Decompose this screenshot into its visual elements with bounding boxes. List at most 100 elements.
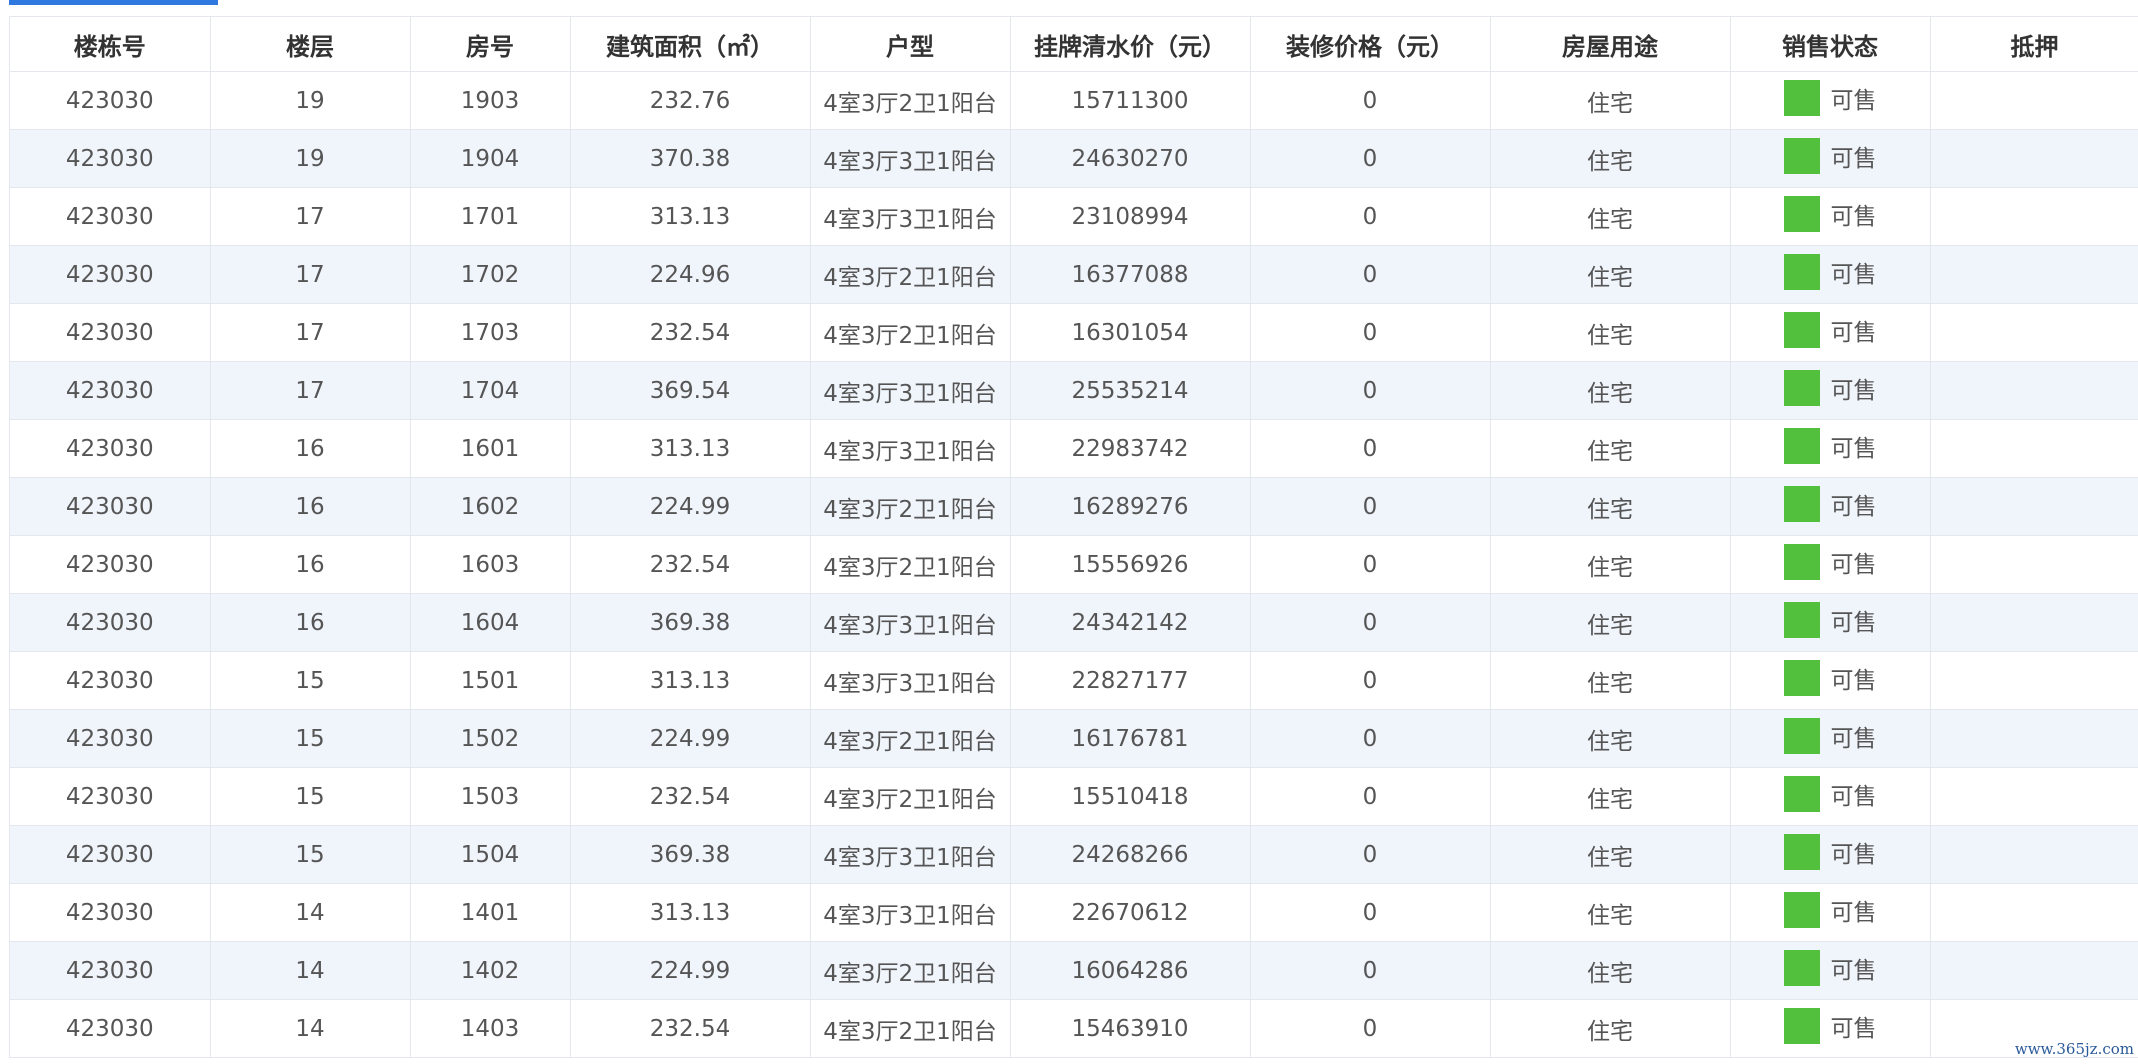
cell-sale-status: 可售 xyxy=(1730,593,1931,652)
status-color-square xyxy=(1783,543,1820,580)
cell-layout: 4室3厅3卫1阳台 xyxy=(810,419,1011,478)
cell-room-no: 1904 xyxy=(410,129,571,188)
cell-floor-area: 224.99 xyxy=(570,709,811,768)
table-header-row: 楼栋号 楼层 房号 建筑面积（㎡） 户型 挂牌清水价（元） 装修价格（元） 房屋用途 销售状态抵… xyxy=(10,17,2138,72)
sale-status-indicator: 可售 xyxy=(1783,659,1877,696)
cell-layout: 4室3厅2卫1阳台 xyxy=(810,477,1011,536)
sale-status-indicator: 可售 xyxy=(1783,485,1877,522)
cell-building-no: 423030 xyxy=(10,651,211,710)
cell-usage: 住宅 xyxy=(1490,593,1731,652)
cell-room-no: 1402 xyxy=(410,941,571,1000)
cell-list-price: 15711300 xyxy=(1010,71,1251,130)
cell-decoration-price: 0 xyxy=(1250,825,1491,884)
cell-usage: 住宅 xyxy=(1490,187,1731,246)
sale-status-indicator: 可售 xyxy=(1783,137,1877,174)
status-color-square xyxy=(1783,195,1820,232)
cell-mortgage xyxy=(1930,477,2138,536)
cell-layout: 4室3厅3卫1阳台 xyxy=(810,129,1011,188)
cell-floor: 14 xyxy=(210,941,411,1000)
cell-layout: 4室3厅2卫1阳台 xyxy=(810,535,1011,594)
sale-status-indicator: 可售 xyxy=(1783,1007,1877,1044)
cell-building-no: 423030 xyxy=(10,361,211,420)
status-color-square xyxy=(1783,717,1820,754)
cell-decoration-price: 0 xyxy=(1250,303,1491,362)
cell-mortgage xyxy=(1930,419,2138,478)
sale-status-indicator: 可售 xyxy=(1783,543,1877,580)
cell-layout: 4室3厅2卫1阳台 xyxy=(810,71,1011,130)
cell-room-no: 1501 xyxy=(410,651,571,710)
cell-usage: 住宅 xyxy=(1490,419,1731,478)
column-header-layout: 户型 xyxy=(810,17,1011,72)
cell-room-no: 1701 xyxy=(410,187,571,246)
cell-floor-area: 313.13 xyxy=(570,651,811,710)
cell-floor-area: 232.54 xyxy=(570,767,811,826)
cell-decoration-price: 0 xyxy=(1250,361,1491,420)
sale-status-label: 可售 xyxy=(1830,435,1877,462)
table-row: 423030 17 1701 313.13 4室3厅3卫1阳台 23108994 0 住宅 可售 xyxy=(10,187,2138,246)
cell-mortgage xyxy=(1930,129,2138,188)
status-color-square xyxy=(1783,1007,1820,1044)
cell-decoration-price: 0 xyxy=(1250,767,1491,826)
cell-usage: 住宅 xyxy=(1490,535,1731,594)
table-row: 423030 15 1504 369.38 4室3厅3卫1阳台 24268266 0 住宅 可售 xyxy=(10,825,2138,884)
status-color-square xyxy=(1783,601,1820,638)
cell-floor-area: 232.54 xyxy=(570,303,811,362)
status-color-square xyxy=(1783,949,1820,986)
table-row: 423030 19 1903 232.76 4室3厅2卫1阳台 15711300 0 住宅 可售 xyxy=(10,71,2138,130)
column-header-list-price: 挂牌清水价（元） xyxy=(1010,17,1251,72)
cell-decoration-price: 0 xyxy=(1250,651,1491,710)
watermark: www.365jz.com xyxy=(2014,1040,2134,1058)
status-color-square xyxy=(1783,485,1820,522)
cell-list-price: 23108994 xyxy=(1010,187,1251,246)
cell-room-no: 1401 xyxy=(410,883,571,942)
cell-usage: 住宅 xyxy=(1490,825,1731,884)
sale-status-indicator: 可售 xyxy=(1783,311,1877,348)
cell-building-no: 423030 xyxy=(10,187,211,246)
cell-usage: 住宅 xyxy=(1490,477,1731,536)
cell-room-no: 1503 xyxy=(410,767,571,826)
cell-room-no: 1702 xyxy=(410,245,571,304)
cell-building-no: 423030 xyxy=(10,71,211,130)
cell-floor-area: 313.13 xyxy=(570,187,811,246)
sale-status-indicator: 可售 xyxy=(1783,891,1877,928)
cell-decoration-price: 0 xyxy=(1250,245,1491,304)
sale-status-label: 可售 xyxy=(1830,725,1877,752)
cell-list-price: 15510418 xyxy=(1010,767,1251,826)
table-body: 423030 19 1903 232.76 4室3厅2卫1阳台 15711300 0 住宅 可售… xyxy=(10,71,2138,1058)
cell-building-no: 423030 xyxy=(10,883,211,942)
sale-status-label: 可售 xyxy=(1830,783,1877,810)
sale-status-label: 可售 xyxy=(1830,261,1877,288)
cell-mortgage xyxy=(1930,303,2138,362)
table-row: 423030 16 1604 369.38 4室3厅3卫1阳台 24342142 0 住宅 可售 xyxy=(10,593,2138,652)
table-row: 423030 17 1704 369.54 4室3厅3卫1阳台 25535214 0 住宅 可售 xyxy=(10,361,2138,420)
cell-room-no: 1601 xyxy=(410,419,571,478)
cell-mortgage xyxy=(1930,593,2138,652)
cell-building-no: 423030 xyxy=(10,941,211,1000)
sale-status-label: 可售 xyxy=(1830,493,1877,520)
cell-layout: 4室3厅3卫1阳台 xyxy=(810,825,1011,884)
table-row: 423030 16 1601 313.13 4室3厅3卫1阳台 22983742 0 住宅 可售 xyxy=(10,419,2138,478)
cell-usage: 住宅 xyxy=(1490,883,1731,942)
cell-building-no: 423030 xyxy=(10,825,211,884)
table-row: 423030 15 1501 313.13 4室3厅3卫1阳台 22827177 0 住宅 可售 xyxy=(10,651,2138,710)
sale-status-indicator: 可售 xyxy=(1783,717,1877,754)
status-color-square xyxy=(1783,775,1820,812)
sale-status-indicator: 可售 xyxy=(1783,253,1877,290)
sale-status-indicator: 可售 xyxy=(1783,427,1877,464)
sale-status-indicator: 可售 xyxy=(1783,195,1877,232)
cell-sale-status: 可售 xyxy=(1730,535,1931,594)
cell-sale-status: 可售 xyxy=(1730,129,1931,188)
status-color-square xyxy=(1783,311,1820,348)
table-row: 423030 15 1502 224.99 4室3厅2卫1阳台 16176781 0 住宅 可售 xyxy=(10,709,2138,768)
cell-list-price: 25535214 xyxy=(1010,361,1251,420)
cell-decoration-price: 0 xyxy=(1250,477,1491,536)
sale-status-indicator: 可售 xyxy=(1783,601,1877,638)
cell-floor-area: 369.54 xyxy=(570,361,811,420)
status-color-square xyxy=(1783,833,1820,870)
cell-list-price: 15463910 xyxy=(1010,999,1251,1058)
cell-mortgage xyxy=(1930,245,2138,304)
cell-building-no: 423030 xyxy=(10,767,211,826)
cell-list-price: 24342142 xyxy=(1010,593,1251,652)
cell-mortgage xyxy=(1930,361,2138,420)
column-header-room-no: 房号 xyxy=(410,17,571,72)
